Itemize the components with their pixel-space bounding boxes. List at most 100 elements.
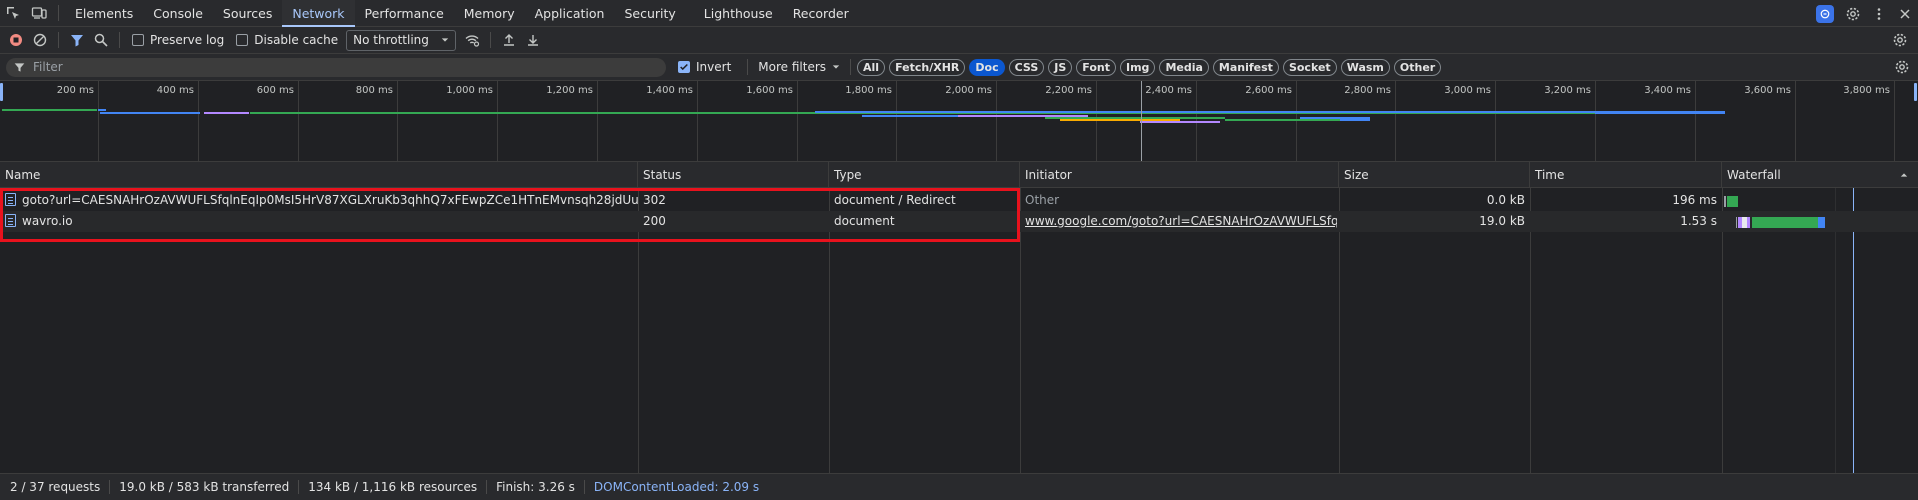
checkbox-box-checked[interactable] <box>678 61 690 73</box>
tab-application[interactable]: Application <box>525 0 615 27</box>
size-cell: 19.0 kB <box>1479 214 1525 228</box>
divider <box>850 59 852 75</box>
dom-content-loaded-time: DOMContentLoaded: 2.09 s <box>593 480 760 494</box>
type-cell: document <box>834 214 895 228</box>
type-filter-socket[interactable]: Socket <box>1282 58 1337 76</box>
overview-left-handle[interactable] <box>0 83 3 101</box>
status-cell: 200 <box>643 214 666 228</box>
type-filter-doc[interactable]: Doc <box>969 58 1005 76</box>
initiator-link[interactable]: www.google.com/goto?url=CAESNAHrOzAVWUFL… <box>1025 214 1337 228</box>
overview-tick-label: 3,600 ms <box>1744 85 1791 96</box>
inspect-element-icon[interactable] <box>0 0 26 26</box>
column-header-size[interactable]: Size <box>1339 162 1530 188</box>
column-header-type[interactable]: Type <box>829 162 1020 188</box>
column-header-waterfall[interactable]: Waterfall <box>1722 162 1918 188</box>
network-settings-gear-icon[interactable] <box>1888 28 1912 52</box>
column-header-initiator[interactable]: Initiator <box>1020 162 1339 188</box>
time-cell: 1.53 s <box>1680 214 1717 228</box>
overview-grid-line <box>1695 81 1696 161</box>
request-name: goto?url=CAESNAHrOzAVWUFLSfqlnEqIp0MsI5H… <box>22 193 638 207</box>
tab-lighthouse[interactable]: Lighthouse <box>694 0 783 27</box>
type-filter-css[interactable]: CSS <box>1008 58 1045 76</box>
overview-activity-bar <box>1595 112 1725 114</box>
tab-network[interactable]: Network <box>282 0 355 27</box>
network-overview-timeline[interactable]: 200 ms 400 ms 600 ms 800 ms 1,000 ms 1,200 ms… <box>0 81 1918 162</box>
overview-grid-line <box>1795 81 1796 161</box>
throttling-select[interactable]: No throttling <box>346 29 457 51</box>
tab-performance[interactable]: Performance <box>355 0 454 27</box>
transferred-size: 19.0 kB / 583 kB transferred <box>119 480 300 494</box>
column-header-status[interactable]: Status <box>638 162 829 188</box>
waterfall-waiting-bar <box>1752 217 1818 228</box>
filter-input[interactable]: Filter <box>6 57 666 77</box>
more-filters-dropdown[interactable]: More filters <box>758 60 840 74</box>
type-filter-fetch-xhr[interactable]: Fetch/XHR <box>889 58 966 76</box>
tab-memory[interactable]: Memory <box>454 0 525 27</box>
overview-tick-label: 400 ms <box>156 85 194 96</box>
type-filter-other[interactable]: Other <box>1393 58 1442 76</box>
overview-activity-bar <box>204 112 249 114</box>
requests-table-header: Name Status Type Initiator Size Time Wat… <box>0 162 1918 188</box>
import-har-icon[interactable] <box>497 28 521 52</box>
filter-settings-gear-icon[interactable] <box>1894 59 1910 78</box>
overview-tick-label: 3,000 ms <box>1444 85 1491 96</box>
type-filter-manifest[interactable]: Manifest <box>1212 58 1279 76</box>
filter-icon[interactable] <box>65 28 89 52</box>
checkbox-box[interactable] <box>132 34 144 46</box>
type-filter-media[interactable]: Media <box>1159 58 1209 76</box>
overview-grid-line <box>497 81 498 161</box>
checkbox-box[interactable] <box>236 34 249 46</box>
table-row[interactable]: wavro.io 200 document www.google.com/got… <box>0 211 1918 232</box>
overview-right-handle[interactable] <box>1914 83 1917 101</box>
type-filter-img[interactable]: Img <box>1120 58 1156 76</box>
overview-grid-line <box>98 81 99 161</box>
stop-recording-icon[interactable] <box>4 28 28 52</box>
invert-checkbox[interactable]: Invert <box>678 60 731 74</box>
waterfall-waiting-bar <box>1727 196 1738 207</box>
overview-grid-line <box>1096 81 1097 161</box>
overview-activity-bar <box>1340 119 1370 121</box>
request-name-cell[interactable]: wavro.io <box>0 211 638 232</box>
type-filter-font[interactable]: Font <box>1076 58 1116 76</box>
overview-tick-label: 2,800 ms <box>1344 85 1391 96</box>
tab-security[interactable]: Security <box>614 0 685 27</box>
overview-tick-label: 1,600 ms <box>746 85 793 96</box>
overview-tick-label: 600 ms <box>256 85 294 96</box>
settings-gear-icon[interactable] <box>1840 1 1866 27</box>
close-icon[interactable] <box>1892 1 1918 27</box>
finish-time: Finish: 3.26 s <box>496 480 585 494</box>
preserve-log-checkbox[interactable]: Preserve log <box>132 33 224 47</box>
chevron-down-icon <box>832 65 840 69</box>
more-options-icon[interactable] <box>1866 1 1892 27</box>
network-conditions-icon[interactable] <box>460 28 484 52</box>
device-toolbar-icon[interactable] <box>26 0 52 26</box>
document-icon <box>5 214 16 227</box>
search-icon[interactable] <box>89 28 113 52</box>
clear-icon[interactable] <box>28 28 52 52</box>
overview-grid-line <box>1595 81 1596 161</box>
extension-icon[interactable] <box>1816 4 1834 23</box>
column-header-name[interactable]: Name <box>0 162 638 188</box>
disable-cache-checkbox[interactable]: Disable cache <box>236 33 338 47</box>
overview-grid-line <box>597 81 598 161</box>
tab-recorder[interactable]: Recorder <box>783 0 859 27</box>
export-har-icon[interactable] <box>521 28 545 52</box>
disable-cache-label: Disable cache <box>254 33 339 47</box>
overview-tick-label: 3,800 ms <box>1843 85 1890 96</box>
type-filter-wasm[interactable]: Wasm <box>1340 58 1390 76</box>
tab-console[interactable]: Console <box>143 0 213 27</box>
tab-elements[interactable]: Elements <box>65 0 143 27</box>
type-filter-all[interactable]: All <box>857 58 886 76</box>
overview-tick-label: 800 ms <box>355 85 393 96</box>
initiator-cell[interactable]: www.google.com/goto?url=CAESNAHrOzAVWUFL… <box>1020 211 1337 232</box>
column-header-time[interactable]: Time <box>1530 162 1722 188</box>
overview-grid-line <box>1495 81 1496 161</box>
overview-activity-bar <box>250 112 840 114</box>
type-filter-js[interactable]: JS <box>1048 58 1073 76</box>
waterfall-download-bar <box>1818 217 1825 228</box>
waterfall-cell <box>1722 190 1918 211</box>
table-row[interactable]: goto?url=CAESNAHrOzAVWUFLSfqlnEqIp0MsI5H… <box>0 190 1918 211</box>
request-name-cell[interactable]: goto?url=CAESNAHrOzAVWUFLSfqlnEqIp0MsI5H… <box>0 190 638 211</box>
preserve-log-label: Preserve log <box>150 33 225 47</box>
tab-sources[interactable]: Sources <box>213 0 282 27</box>
